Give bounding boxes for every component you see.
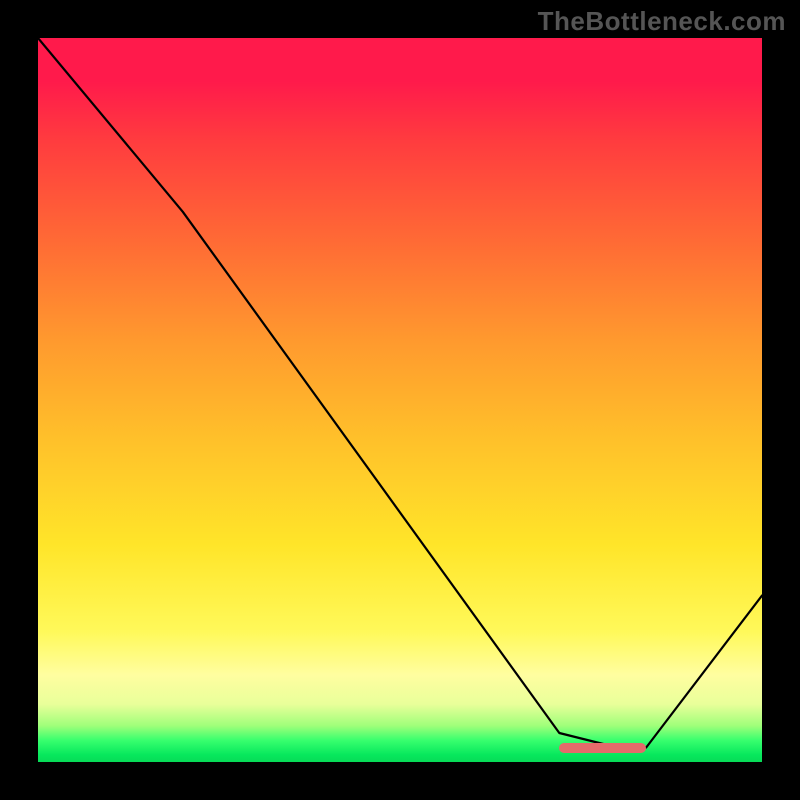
watermark-text: TheBottleneck.com (538, 6, 786, 37)
optimal-range-marker (559, 743, 646, 753)
chart-frame: TheBottleneck.com (0, 0, 800, 800)
bottleneck-curve (38, 38, 762, 762)
plot-area (38, 38, 762, 762)
